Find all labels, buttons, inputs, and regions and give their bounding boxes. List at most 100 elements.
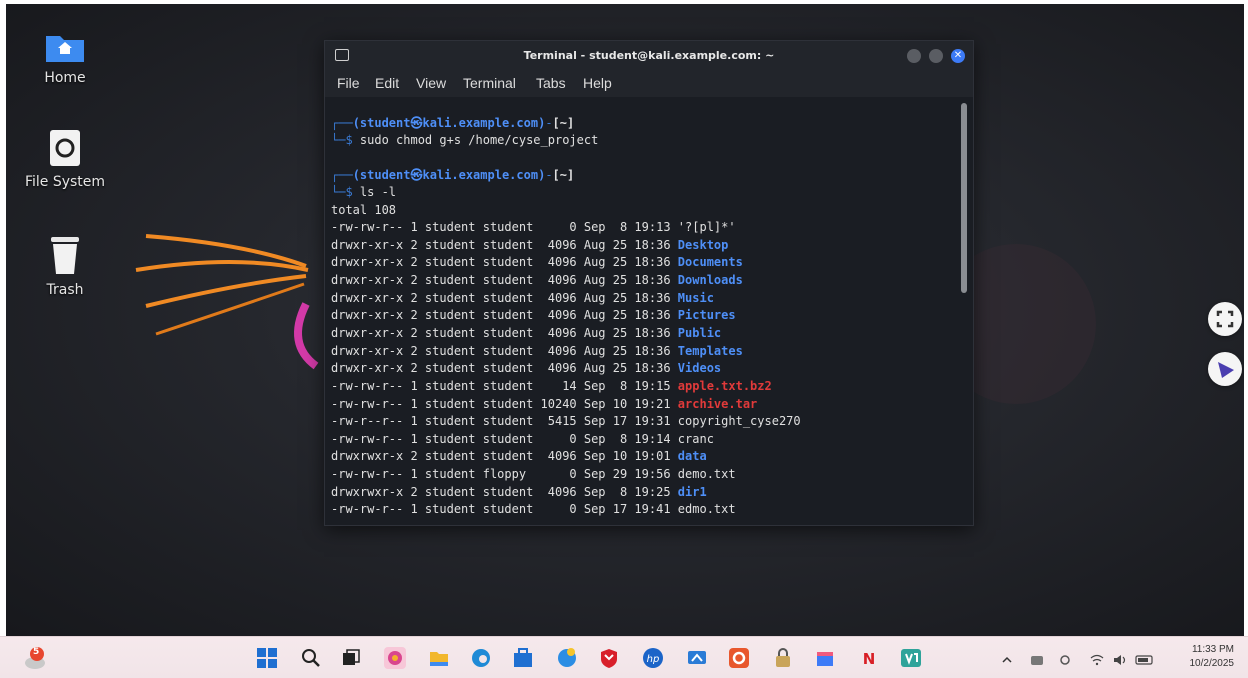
listing-row: drwxr-xr-x 2 student student 4096 Aug 25… <box>331 343 743 360</box>
visual-studio-button[interactable] <box>900 647 922 669</box>
listing-row: -rw-rw-r-- 1 student student 10240 Sep 1… <box>331 396 757 413</box>
total-line: total 108 <box>331 203 397 217</box>
listing-filename: Desktop <box>677 238 729 252</box>
file-system-label: File System <box>24 174 106 190</box>
scrollbar-thumb[interactable] <box>961 103 967 293</box>
trash-icon <box>51 237 79 274</box>
lock-icon <box>776 648 790 667</box>
package-icon <box>817 652 833 666</box>
notification-count: 5 <box>33 647 40 657</box>
listing-meta: drwxrwxr-x 2 student student 4096 Sep 8 … <box>331 485 671 499</box>
listing-meta: -rw-r--r-- 1 student student 5415 Sep 17… <box>331 414 671 428</box>
listing-filename: Music <box>677 291 714 305</box>
windows-logo-icon <box>257 648 277 668</box>
command-line: └─$ sudo chmod g+s /home/cyse_project <box>331 133 599 147</box>
menu-file[interactable]: File <box>337 75 360 91</box>
assistant-button[interactable] <box>1208 352 1242 386</box>
file-system-desktop-icon[interactable]: File System <box>20 128 110 190</box>
hp-button[interactable]: hp <box>642 647 664 669</box>
menu-help[interactable]: Help <box>583 75 612 91</box>
visual-studio-icon <box>901 649 921 667</box>
trash-desktop-icon[interactable]: Trash <box>20 234 110 298</box>
listing-row: -rw-rw-r-- 1 student student 0 Sep 17 19… <box>331 501 736 518</box>
listing-meta: -rw-rw-r-- 1 student student 0 Sep 17 19… <box>331 502 671 516</box>
edge-button[interactable] <box>470 647 492 669</box>
onedrive-icon <box>1031 656 1043 665</box>
listing-meta: drwxr-xr-x 2 student student 4096 Aug 25… <box>331 344 671 358</box>
weather-widget[interactable]: 5 <box>22 645 48 671</box>
edge-icon <box>472 649 490 667</box>
system-clock[interactable]: 11:33 PM 10/2/2025 <box>1190 643 1235 671</box>
close-button[interactable]: ✕ <box>951 49 965 63</box>
task-view-button[interactable] <box>340 647 362 669</box>
office-button[interactable] <box>728 647 750 669</box>
home-label: Home <box>44 70 86 86</box>
listing-row: -rw-rw-r-- 1 student student 14 Sep 8 19… <box>331 378 772 395</box>
listing-meta: -rw-rw-r-- 1 student floppy 0 Sep 29 19:… <box>331 467 671 481</box>
tray-app-2[interactable] <box>1058 651 1072 665</box>
search-button[interactable] <box>300 647 322 669</box>
trash-label: Trash <box>46 282 84 298</box>
sync-icon <box>1060 655 1070 665</box>
listing-meta: -rw-rw-r-- 1 student student 10240 Sep 1… <box>331 397 671 411</box>
home-folder-icon <box>46 36 84 62</box>
command-text: sudo chmod g+s /home/cyse_project <box>359 133 599 147</box>
prompt-path: [~] <box>552 116 575 130</box>
listing-filename: archive.tar <box>677 397 758 411</box>
office-icon <box>729 648 749 668</box>
listing-row: -rw-rw-r-- 1 student student 0 Sep 8 19:… <box>331 431 714 448</box>
listing-row: drwxr-xr-x 2 student student 4096 Aug 25… <box>331 325 721 342</box>
file-explorer-button[interactable] <box>428 647 450 669</box>
listing-meta: drwxr-xr-x 2 student student 4096 Aug 25… <box>331 308 671 322</box>
terminal-window[interactable]: Terminal - student@kali.example.com: ~ ✕… <box>324 40 974 526</box>
listing-filename: edmo.txt <box>677 502 736 516</box>
listing-meta: drwxrwxr-x 2 student student 4096 Sep 10… <box>331 449 671 463</box>
store-button[interactable] <box>512 647 534 669</box>
listing-filename: demo.txt <box>677 467 736 481</box>
show-hidden-icons-button[interactable] <box>1000 651 1014 663</box>
listing-meta: drwxr-xr-x 2 student student 4096 Aug 25… <box>331 255 671 269</box>
prompt-user: (student㉿kali.example.com) <box>352 168 546 182</box>
folder-icon <box>430 652 448 666</box>
listing-row: -rw-rw-r-- 1 student floppy 0 Sep 29 19:… <box>331 466 736 483</box>
fullscreen-button[interactable] <box>1208 302 1242 336</box>
menu-edit[interactable]: Edit <box>375 75 399 91</box>
netflix-button[interactable]: N <box>858 647 880 669</box>
start-button[interactable] <box>256 647 278 669</box>
minimize-button[interactable] <box>907 49 921 63</box>
listing-filename: data <box>677 449 707 463</box>
menu-bar: File Edit View Terminal Tabs Help <box>325 71 973 97</box>
listing-row: drwxr-xr-x 2 student student 4096 Aug 25… <box>331 272 743 289</box>
listing-meta: -rw-rw-r-- 1 student student 14 Sep 8 19… <box>331 379 671 393</box>
listing-meta: drwxr-xr-x 2 student student 4096 Aug 25… <box>331 291 671 305</box>
menu-tabs[interactable]: Tabs <box>536 75 566 91</box>
listing-meta: drwxr-xr-x 2 student student 4096 Aug 25… <box>331 326 671 340</box>
remote-desktop-button[interactable] <box>686 647 708 669</box>
title-bar[interactable]: Terminal - student@kali.example.com: ~ ✕ <box>325 41 973 71</box>
app-installer-button[interactable] <box>814 647 836 669</box>
home-desktop-icon[interactable]: Home <box>20 30 110 86</box>
menu-view[interactable]: View <box>416 75 446 91</box>
listing-filename: Downloads <box>677 273 743 287</box>
window-title: Terminal - student@kali.example.com: ~ <box>523 49 775 62</box>
listing-meta: drwxr-xr-x 2 student student 4096 Aug 25… <box>331 238 671 252</box>
chrome-button[interactable] <box>556 647 578 669</box>
listing-row: -rw-r--r-- 1 student student 5415 Sep 17… <box>331 413 801 430</box>
listing-filename: cranc <box>677 432 714 446</box>
network-volume-battery[interactable] <box>1090 651 1160 666</box>
terminal-output[interactable]: ┌──(student㉿kali.example.com)-[~] └─$ su… <box>325 97 973 525</box>
taskbar: 5 hp N 11:33 PM 10/2/2025 <box>0 636 1248 678</box>
maximize-button[interactable] <box>929 49 943 63</box>
remote-desktop-icon <box>688 651 706 664</box>
copilot-button[interactable] <box>384 647 406 669</box>
command-text: ls -l <box>359 185 397 199</box>
listing-row: drwxr-xr-x 2 student student 4096 Aug 25… <box>331 237 728 254</box>
tray-app-1[interactable] <box>1030 651 1044 665</box>
security-app-button[interactable] <box>772 647 794 669</box>
menu-terminal[interactable]: Terminal <box>463 75 516 91</box>
search-icon <box>302 649 320 667</box>
clock-date: 10/2/2025 <box>1189 658 1235 669</box>
command-line: └─$ ls -l <box>331 185 397 199</box>
listing-row: -rw-rw-r-- 1 student student 0 Sep 8 19:… <box>331 219 736 236</box>
mcafee-button[interactable] <box>598 647 620 669</box>
